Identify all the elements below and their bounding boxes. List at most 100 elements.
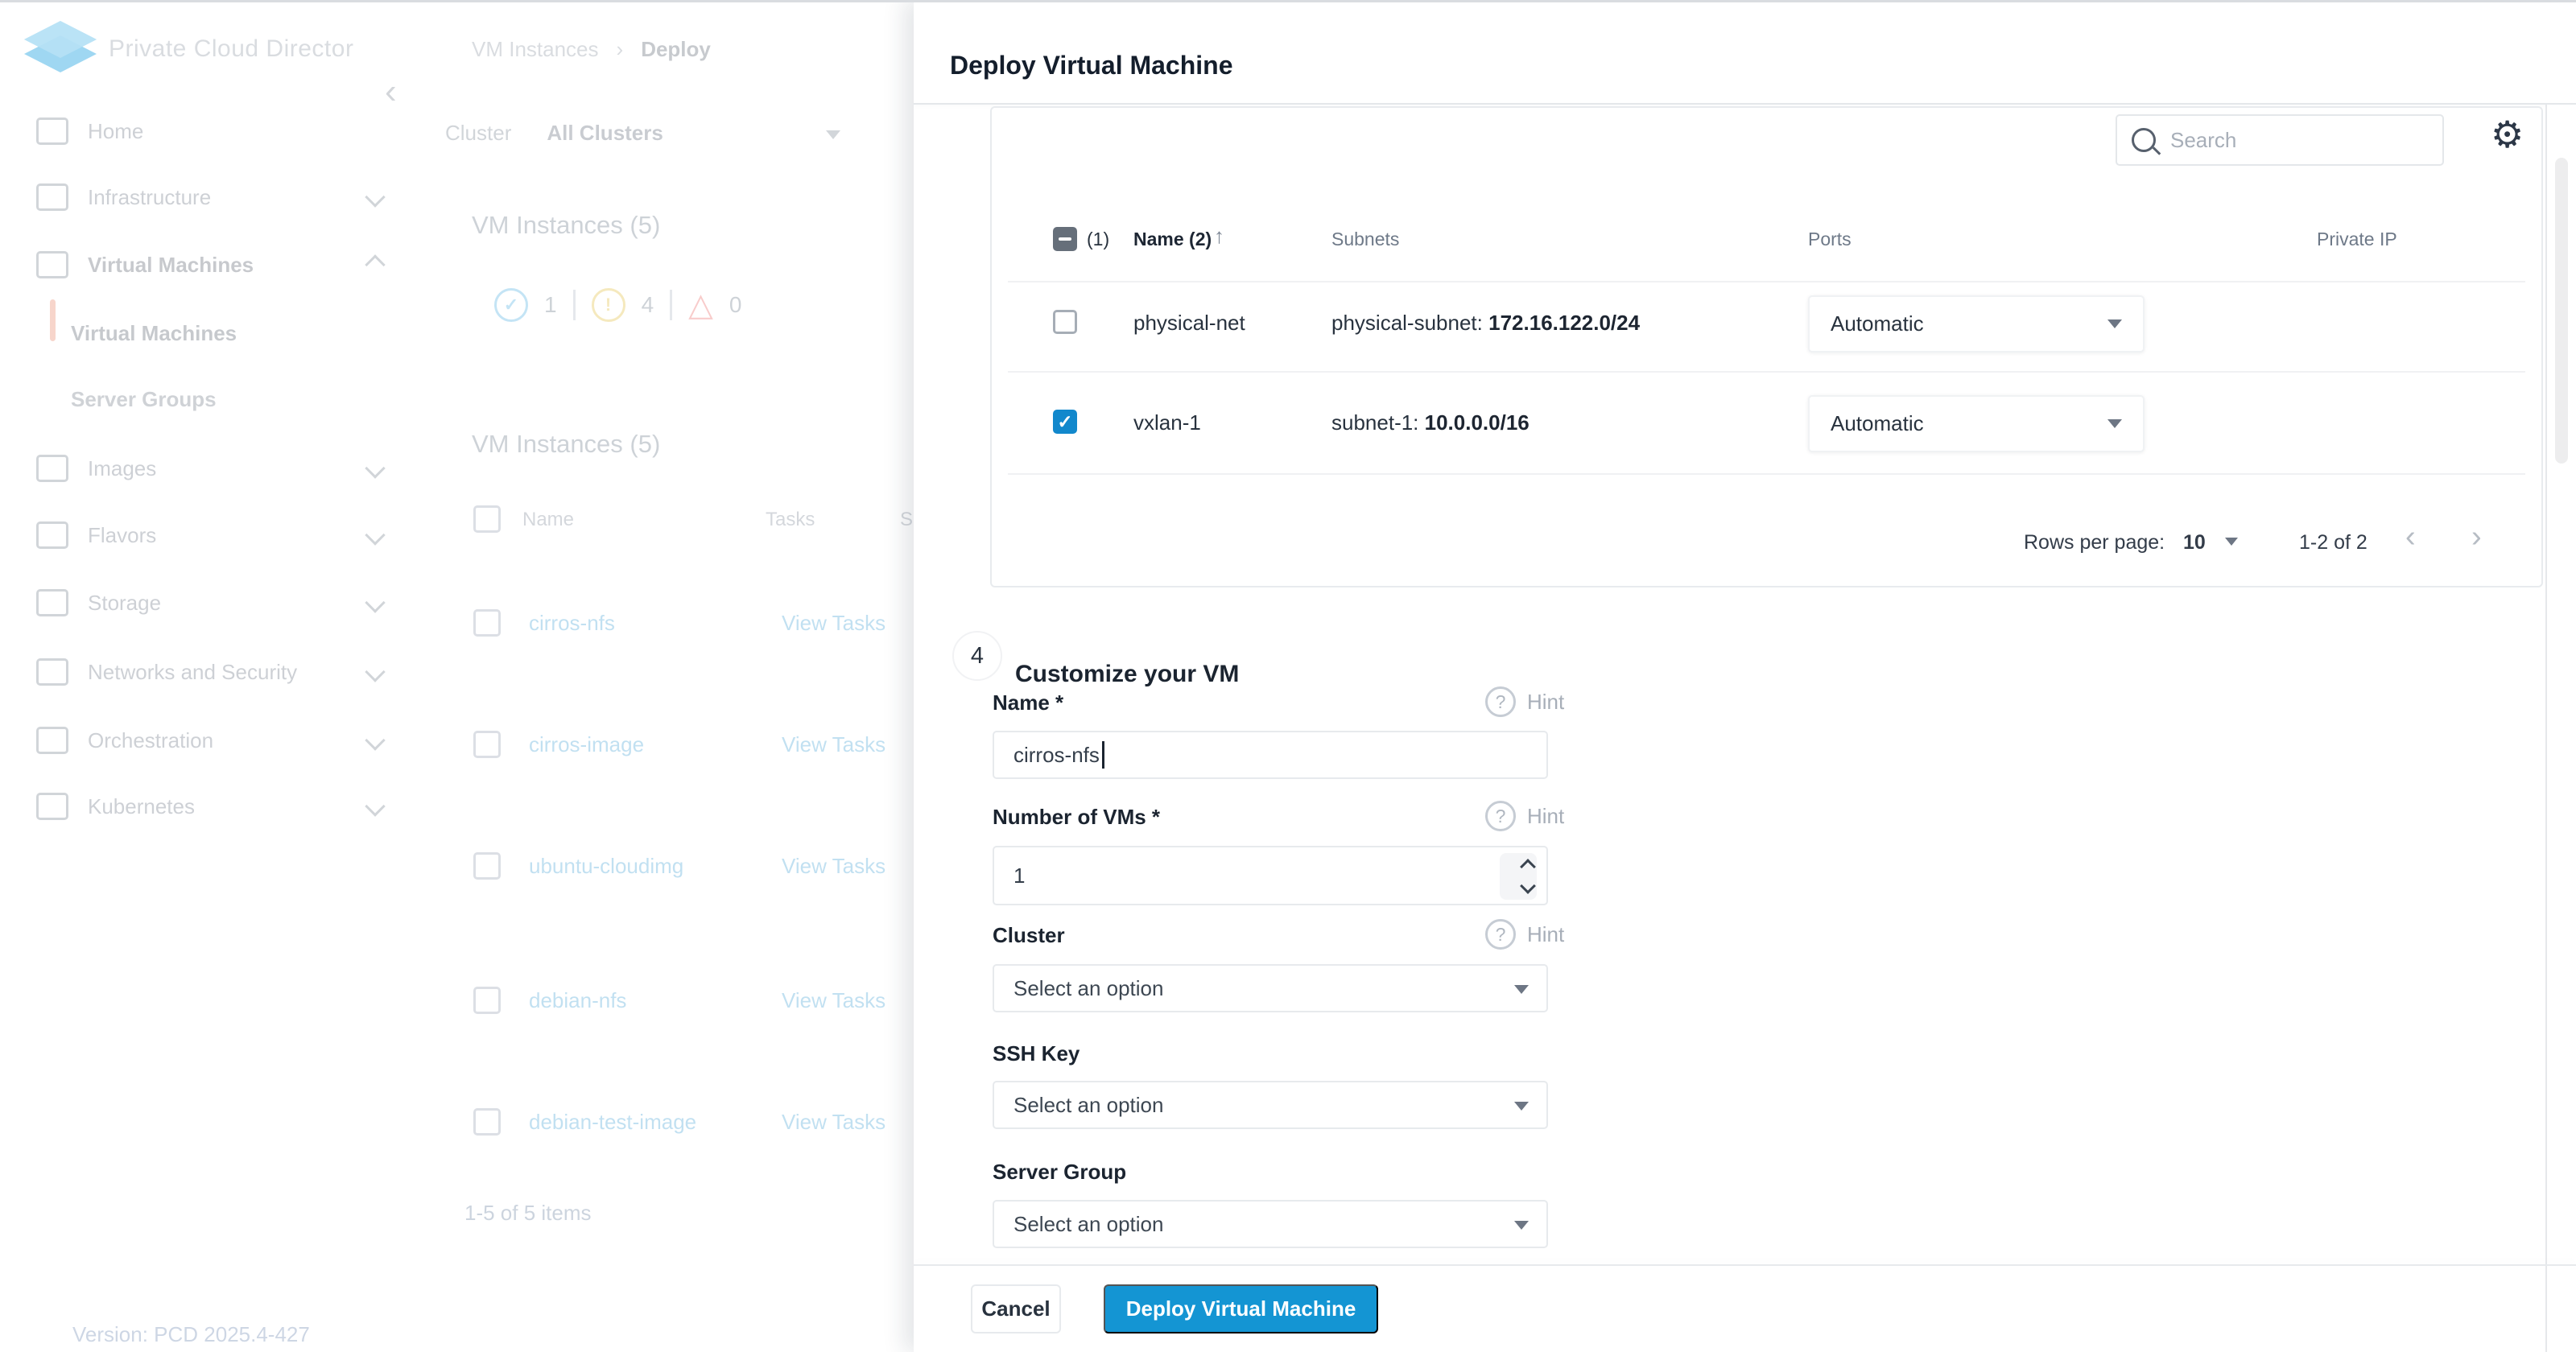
virtual-machines-icon xyxy=(36,251,68,278)
sort-ascending-icon[interactable]: ↑ xyxy=(1214,224,1224,249)
cancel-button[interactable]: Cancel xyxy=(971,1284,1061,1333)
ssh-key-select[interactable]: Select an option xyxy=(993,1081,1548,1129)
sidebar-item-orchestration[interactable]: Orchestration xyxy=(36,723,407,758)
pagination-range: 1-2 of 2 xyxy=(2299,531,2368,554)
row-checkbox[interactable] xyxy=(473,609,501,637)
vm-name-link[interactable]: cirros-nfs xyxy=(529,611,615,636)
sidebar-item-virtual-machines[interactable]: Virtual Machines xyxy=(36,247,407,282)
network-selection-card: ⚙ (1) Name (2) ↑ Subnets Ports Private I… xyxy=(990,106,2543,587)
column-header-subnets: Subnets xyxy=(1331,229,1399,250)
chevron-up-icon[interactable] xyxy=(1520,859,1536,875)
row-checkbox[interactable] xyxy=(473,1108,501,1136)
home-icon xyxy=(36,117,68,145)
list-range-label: 1-5 of 5 items xyxy=(464,1201,592,1226)
chevron-down-icon xyxy=(365,592,385,612)
view-tasks-link[interactable]: View Tasks xyxy=(782,611,886,636)
vm-instances-heading: VM Instances (5) xyxy=(472,211,660,240)
vm-name-input[interactable]: cirros-nfs xyxy=(993,731,1548,779)
status-warning-count: 4 xyxy=(642,292,654,318)
divider xyxy=(1008,371,2525,373)
status-error-icon: △ xyxy=(688,291,713,319)
question-icon: ? xyxy=(1485,801,1516,831)
panel-scrollbar[interactable] xyxy=(2545,105,2576,1352)
text-cursor xyxy=(1102,741,1104,769)
number-stepper[interactable] xyxy=(1500,853,1537,900)
sidebar-item-infrastructure[interactable]: Infrastructure xyxy=(36,179,407,215)
row-checkbox[interactable] xyxy=(473,852,501,880)
cluster-select[interactable]: Select an option xyxy=(993,964,1548,1012)
breadcrumb: VM Instances › Deploy xyxy=(472,37,711,62)
server-group-select[interactable]: Select an option xyxy=(993,1200,1548,1248)
column-header-name[interactable]: Name (2) xyxy=(1133,229,1212,250)
chevron-down-icon[interactable] xyxy=(1520,878,1536,894)
step-title: Customize your VM xyxy=(1015,661,1239,688)
chevron-down-icon xyxy=(2107,319,2122,328)
select-all-checkbox-indeterminate[interactable] xyxy=(1053,227,1077,251)
chevron-down-icon xyxy=(1514,1102,1529,1111)
brand-logo-icon xyxy=(21,19,100,81)
status-ok-count: 1 xyxy=(544,292,557,318)
sidebar-subitem-virtual-machines[interactable]: Virtual Machines xyxy=(36,315,441,351)
sidebar-collapse-icon[interactable]: ‹ xyxy=(385,74,397,109)
column-header-tasks: Tasks xyxy=(766,509,815,531)
server-group-field-label: Server Group xyxy=(993,1160,1126,1185)
chevron-down-icon xyxy=(2107,419,2122,428)
sidebar-item-home[interactable]: Home xyxy=(36,113,407,149)
status-ok-icon: ✓ xyxy=(494,288,528,322)
sidebar-item-images[interactable]: Images xyxy=(36,451,407,486)
ports-dropdown[interactable]: Automatic xyxy=(1808,295,2145,352)
view-tasks-link[interactable]: View Tasks xyxy=(782,988,886,1013)
sidebar-item-flavors[interactable]: Flavors xyxy=(36,517,407,553)
sidebar-item-networks-and-security[interactable]: Networks and Security xyxy=(36,654,407,690)
kubernetes-icon xyxy=(36,793,68,820)
selected-count: (1) xyxy=(1087,229,1109,250)
breadcrumb-vm-instances[interactable]: VM Instances xyxy=(472,37,599,62)
chevron-down-icon xyxy=(826,130,840,139)
search-input[interactable] xyxy=(2169,127,2413,154)
cluster-filter[interactable]: Cluster All Clusters xyxy=(445,121,663,146)
rows-per-page-label: Rows per page: xyxy=(2024,531,2165,554)
cluster-filter-value: All Clusters xyxy=(547,121,663,146)
ports-dropdown[interactable]: Automatic xyxy=(1808,395,2145,452)
row-checkbox-unchecked[interactable] xyxy=(1053,310,1077,334)
chevron-down-icon xyxy=(365,458,385,478)
pagination-next-button[interactable]: › xyxy=(2471,521,2482,552)
chevron-down-icon xyxy=(365,187,385,207)
cluster-field-label: Cluster xyxy=(993,923,1065,948)
select-all-checkbox[interactable] xyxy=(473,505,501,533)
row-checkbox[interactable] xyxy=(473,987,501,1014)
rows-per-page-value[interactable]: 10 xyxy=(2183,531,2206,554)
name-field-label: Name * xyxy=(993,690,1063,715)
vm-name-link[interactable]: ubuntu-cloudimg xyxy=(529,854,683,879)
status-warning-icon: ! xyxy=(592,288,625,322)
deploy-virtual-machine-button[interactable]: Deploy Virtual Machine xyxy=(1104,1284,1378,1333)
cluster-hint[interactable]: ? Hint xyxy=(1485,919,1564,950)
orchestration-icon xyxy=(36,727,68,754)
sidebar-item-kubernetes[interactable]: Kubernetes xyxy=(36,789,407,824)
row-checkbox-checked[interactable]: ✓ xyxy=(1053,410,1077,434)
gear-icon[interactable]: ⚙ xyxy=(2491,116,2524,153)
chevron-up-icon xyxy=(365,254,385,274)
cluster-filter-label: Cluster xyxy=(445,121,511,146)
scrollbar-thumb[interactable] xyxy=(2555,158,2568,464)
vm-name-link[interactable]: debian-test-image xyxy=(529,1110,696,1135)
num-vms-hint[interactable]: ? Hint xyxy=(1485,801,1564,831)
name-hint[interactable]: ? Hint xyxy=(1485,686,1564,717)
num-vms-input[interactable]: 1 xyxy=(993,846,1548,905)
column-header-ports: Ports xyxy=(1808,229,1852,250)
sidebar-subitem-server-groups[interactable]: Server Groups xyxy=(36,381,441,417)
panel-title: Deploy Virtual Machine xyxy=(950,51,1233,80)
pagination-prev-button[interactable]: ‹ xyxy=(2405,521,2416,552)
vm-name-link[interactable]: cirros-image xyxy=(529,732,644,757)
row-checkbox[interactable] xyxy=(473,731,501,758)
column-header-private-ip: Private IP xyxy=(2317,229,2397,250)
vm-name-link[interactable]: debian-nfs xyxy=(529,988,626,1013)
view-tasks-link[interactable]: View Tasks xyxy=(782,732,886,757)
network-search[interactable] xyxy=(2116,114,2444,166)
sidebar-item-storage[interactable]: Storage xyxy=(36,585,407,620)
chevron-down-icon[interactable] xyxy=(2225,538,2238,546)
chevron-down-icon xyxy=(365,662,385,682)
view-tasks-link[interactable]: View Tasks xyxy=(782,854,886,879)
view-tasks-link[interactable]: View Tasks xyxy=(782,1110,886,1135)
network-name: physical-net xyxy=(1133,311,1245,336)
